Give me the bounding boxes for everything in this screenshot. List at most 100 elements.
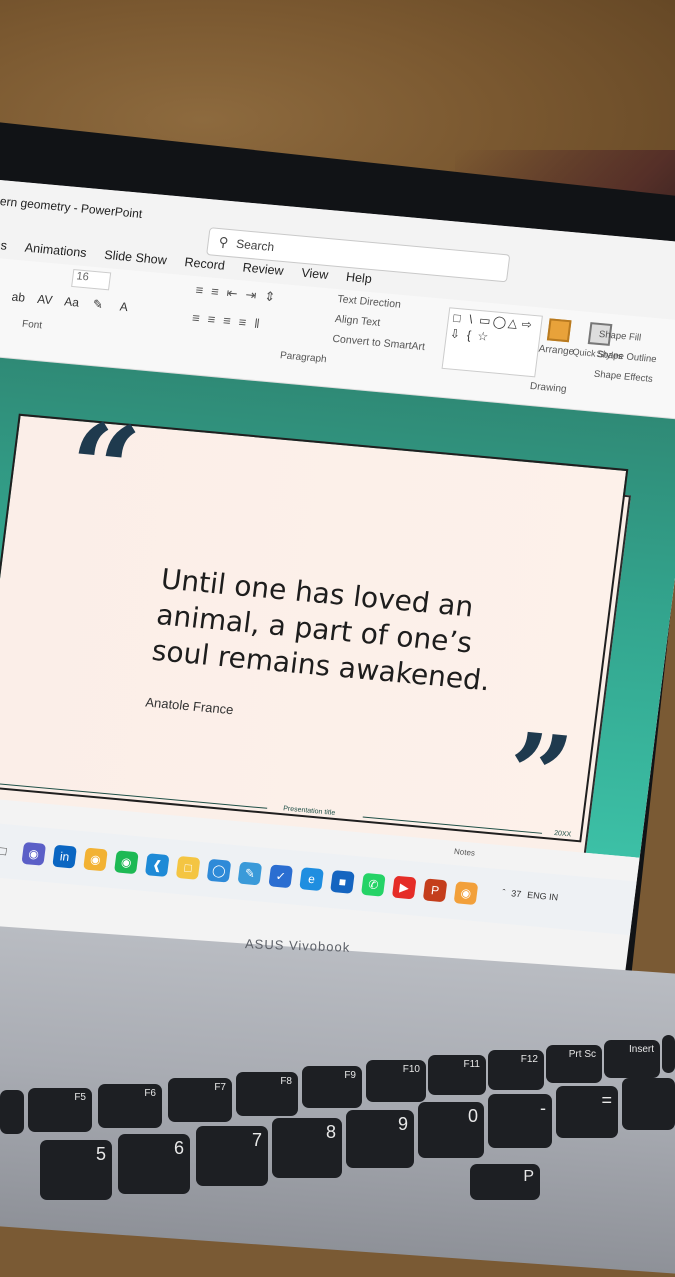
tab-help[interactable]: Help <box>345 270 372 286</box>
tab-review[interactable]: Review <box>242 260 285 278</box>
powerpoint-icon[interactable]: P <box>423 878 448 902</box>
key-f8[interactable]: F8 <box>236 1072 298 1116</box>
quote-author[interactable]: Anatole France <box>145 694 235 717</box>
key-label: Insert <box>629 1044 654 1055</box>
key-7[interactable]: 7 <box>196 1126 268 1186</box>
bullets-icon[interactable]: ≡ <box>195 282 205 299</box>
align-right-icon[interactable]: ≡ <box>222 313 231 329</box>
key-f6[interactable]: F6 <box>98 1084 162 1128</box>
key-label: 0 <box>468 1106 478 1127</box>
linkedin-icon[interactable]: in <box>52 845 77 869</box>
spotify-icon[interactable]: ◉ <box>114 850 139 874</box>
columns-icon[interactable]: ‖ <box>253 316 260 331</box>
key-f9[interactable]: F9 <box>302 1066 362 1108</box>
key-label: 5 <box>96 1144 106 1165</box>
tab-transitions[interactable]: ns <box>0 238 8 253</box>
chrome-profile-icon[interactable]: ◉ <box>454 881 479 905</box>
tab-animations[interactable]: Animations <box>24 241 87 261</box>
text-box-icon[interactable]: □ <box>450 310 464 325</box>
teams-icon[interactable]: ◉ <box>21 842 46 866</box>
strikethrough-button[interactable]: ab <box>11 290 27 305</box>
key-6[interactable]: 6 <box>118 1134 190 1194</box>
key-f4[interactable] <box>0 1090 24 1134</box>
highlight-icon[interactable]: ✎ <box>90 297 106 312</box>
task-view-icon[interactable]: □ <box>0 839 15 863</box>
brace-icon[interactable]: { <box>462 328 476 343</box>
footer-title: Presentation title <box>283 805 336 817</box>
align-controls: ≡ ≡ ≡ ≡ ‖ <box>191 310 260 331</box>
align-left-icon[interactable]: ≡ <box>191 310 200 326</box>
chrome-icon[interactable]: ◉ <box>83 848 108 872</box>
key-equal[interactable]: = <box>556 1086 618 1138</box>
key-label: F8 <box>280 1076 292 1087</box>
key-5[interactable]: 5 <box>40 1140 112 1200</box>
youtube-icon[interactable]: ▶ <box>392 876 417 900</box>
line-spacing-icon[interactable]: ⇕ <box>263 288 276 305</box>
star-icon[interactable]: ☆ <box>476 329 490 344</box>
change-case-button[interactable]: Aa <box>63 294 79 309</box>
whatsapp-icon[interactable]: ✆ <box>361 873 386 897</box>
tray-temperature[interactable]: 37 <box>511 888 522 899</box>
key-f10[interactable]: F10 <box>366 1060 426 1102</box>
todo-icon[interactable]: ✓ <box>268 864 293 888</box>
tab-record[interactable]: Record <box>184 255 226 273</box>
key-label: 6 <box>174 1138 184 1159</box>
numbering-icon[interactable]: ≡ <box>210 284 220 301</box>
key-f7[interactable]: F7 <box>168 1078 232 1122</box>
character-spacing-button[interactable]: AV <box>36 292 53 307</box>
edge-icon[interactable]: e <box>299 867 324 891</box>
vscode-icon[interactable]: ❰ <box>145 853 170 877</box>
shape-effects-button[interactable]: Shape Effects <box>593 365 655 390</box>
key-label: = <box>601 1090 612 1111</box>
file-explorer-icon[interactable]: □ <box>176 856 201 880</box>
arrange-label: Arrange <box>538 344 575 358</box>
align-text-button[interactable]: Align Text <box>334 313 381 329</box>
key-backspace[interactable] <box>622 1078 675 1130</box>
quote-card[interactable]: “ Until one has loved an animal, a part … <box>0 414 628 843</box>
shapes-gallery[interactable]: □ \ ▭ ◯ △ ⇨ ⇩ { ☆ <box>442 307 543 377</box>
arrow-icon[interactable]: ⇨ <box>520 317 534 332</box>
tab-view[interactable]: View <box>301 266 330 282</box>
tab-slide-show[interactable]: Slide Show <box>104 248 168 268</box>
oval-icon[interactable]: ◯ <box>492 314 506 329</box>
key-prtsc[interactable]: Prt Sc <box>546 1045 602 1083</box>
align-center-icon[interactable]: ≡ <box>207 311 216 327</box>
key-p[interactable]: P <box>470 1164 540 1200</box>
text-direction-button[interactable]: Text Direction <box>337 293 402 311</box>
quote-text[interactable]: Until one has loved an animal, a part of… <box>150 561 522 701</box>
increase-indent-icon[interactable]: ⇥ <box>244 287 257 304</box>
open-quote-mark: “ <box>61 407 145 532</box>
font-controls: S ab AV Aa ✎ A <box>0 287 132 314</box>
tray-chevron-icon[interactable]: ˆ <box>502 887 506 897</box>
copilot-icon[interactable]: ◯ <box>207 859 232 883</box>
notes-button[interactable]: Notes <box>454 847 476 858</box>
triangle-icon[interactable]: △ <box>506 316 520 331</box>
key-8[interactable]: 8 <box>272 1118 342 1178</box>
key-insert[interactable]: Insert <box>604 1040 660 1078</box>
key-label: 9 <box>398 1114 408 1135</box>
down-arrow-icon[interactable]: ⇩ <box>448 326 462 341</box>
system-tray: ˆ 37 ENG IN <box>502 887 559 902</box>
decrease-indent-icon[interactable]: ⇤ <box>226 285 239 302</box>
justify-icon[interactable]: ≡ <box>238 314 247 330</box>
tray-language[interactable]: ENG IN <box>527 890 559 903</box>
slide-canvas[interactable]: “ Until one has loved an animal, a part … <box>0 356 675 858</box>
font-color-button[interactable]: A <box>116 299 132 314</box>
paint-icon[interactable]: ✎ <box>238 862 263 886</box>
key-label: Prt Sc <box>569 1049 596 1060</box>
key-delete[interactable] <box>662 1035 675 1073</box>
key-minus[interactable]: - <box>488 1094 552 1148</box>
convert-smartart-button[interactable]: Convert to SmartArt <box>332 333 426 353</box>
rectangle-icon[interactable]: ▭ <box>478 313 492 328</box>
drawing-group-label: Drawing <box>529 381 567 395</box>
key-label: F12 <box>521 1054 538 1065</box>
store-icon[interactable]: ■ <box>330 870 355 894</box>
key-f11[interactable]: F11 <box>428 1055 486 1095</box>
line-icon[interactable]: \ <box>464 312 478 327</box>
font-size-select[interactable]: 16 <box>71 269 111 290</box>
key-9[interactable]: 9 <box>346 1110 414 1168</box>
key-f12[interactable]: F12 <box>488 1050 544 1090</box>
laptop-screen: dern geometry - PowerPoint ⚲ Search ns A… <box>0 180 675 990</box>
key-0[interactable]: 0 <box>418 1102 484 1158</box>
key-f5[interactable]: F5 <box>28 1088 92 1132</box>
